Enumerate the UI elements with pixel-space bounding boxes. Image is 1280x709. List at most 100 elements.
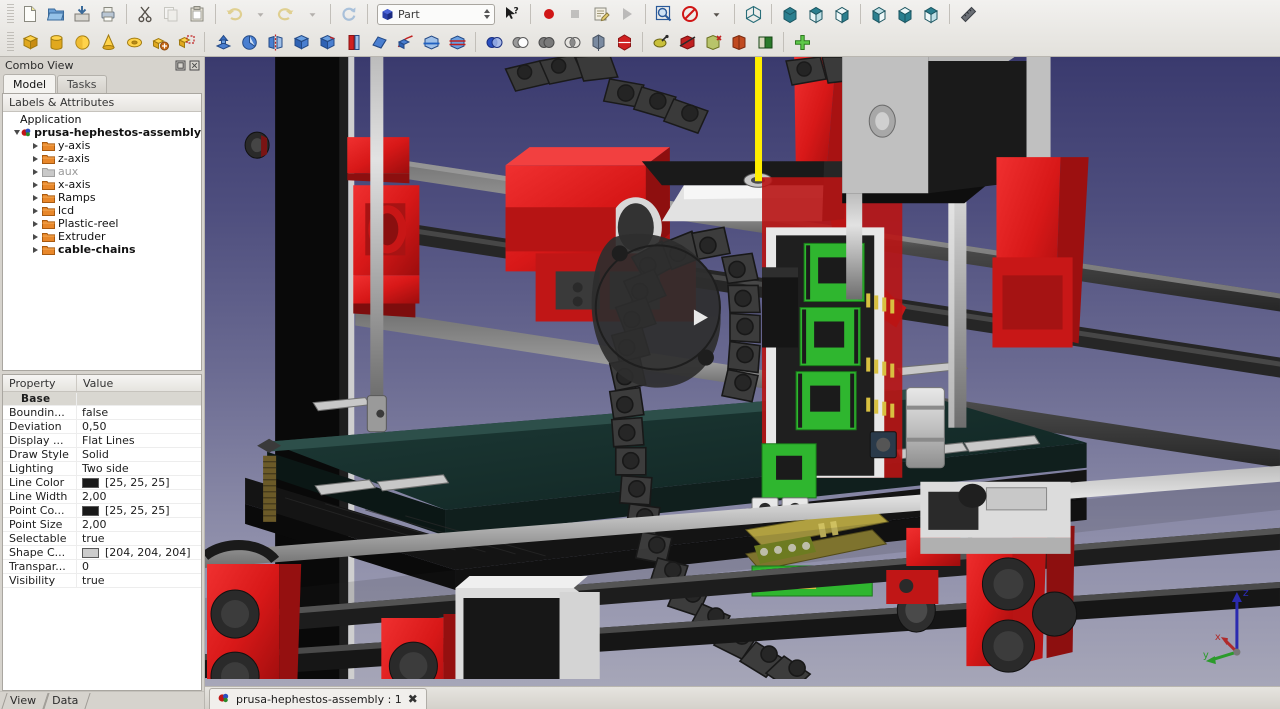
fit-all-icon[interactable] [651, 2, 677, 26]
property-row[interactable]: Transpar...0 [3, 560, 201, 574]
toolbar-grip[interactable] [7, 4, 14, 24]
part-cone-icon[interactable] [95, 30, 121, 54]
property-row[interactable]: Visibilitytrue [3, 574, 201, 588]
property-row[interactable]: Deviation0,50 [3, 420, 201, 434]
tree-header[interactable]: Labels & Attributes [3, 94, 201, 112]
tree-item-z-axis[interactable]: z-axis [3, 152, 201, 165]
property-value[interactable]: true [77, 532, 201, 545]
tree-item-aux[interactable]: aux [3, 165, 201, 178]
property-row[interactable]: Display ...Flat Lines [3, 434, 201, 448]
part-extrude-icon[interactable] [210, 30, 236, 54]
chevron-right-icon[interactable] [30, 179, 41, 190]
property-value[interactable]: [25, 25, 25] [77, 504, 201, 517]
property-value[interactable]: true [77, 574, 201, 587]
property-value[interactable]: false [77, 406, 201, 419]
part-compound-icon[interactable] [585, 30, 611, 54]
part-loft-icon[interactable] [366, 30, 392, 54]
tab-tasks[interactable]: Tasks [57, 75, 106, 93]
part-color-per-face-icon[interactable] [726, 30, 752, 54]
part-sweep-icon[interactable] [392, 30, 418, 54]
front-view-icon[interactable] [777, 2, 803, 26]
chevron-right-icon[interactable] [30, 192, 41, 203]
part-mirror-icon[interactable] [262, 30, 288, 54]
cut-icon[interactable] [132, 2, 158, 26]
property-value[interactable]: Solid [77, 448, 201, 461]
undo-dropdown-icon[interactable] [247, 2, 273, 26]
tab-view[interactable]: View [4, 693, 46, 709]
color-swatch[interactable] [82, 548, 99, 558]
part-boolean-icon[interactable] [481, 30, 507, 54]
refresh-icon[interactable] [336, 2, 362, 26]
property-row[interactable]: Selectabletrue [3, 532, 201, 546]
property-value[interactable]: [25, 25, 25] [77, 476, 201, 489]
property-row[interactable]: Point Size2,00 [3, 518, 201, 532]
property-value[interactable]: 2,00 [77, 490, 201, 503]
print-document-icon[interactable] [95, 2, 121, 26]
chevron-right-icon[interactable] [30, 166, 41, 177]
property-row[interactable]: Line Width2,00 [3, 490, 201, 504]
tree-item-plastic-reel[interactable]: Plastic-reel [3, 217, 201, 230]
measure-icon[interactable] [955, 2, 981, 26]
part-sphere-icon[interactable] [69, 30, 95, 54]
macro-stop-icon[interactable] [562, 2, 588, 26]
top-view-icon[interactable] [803, 2, 829, 26]
float-panel-icon[interactable] [175, 60, 186, 71]
tree-item-ramps[interactable]: Ramps [3, 191, 201, 204]
part-revolve-icon[interactable] [236, 30, 262, 54]
tree-item-lcd[interactable]: lcd [3, 204, 201, 217]
whats-this-icon[interactable]: ? [499, 2, 525, 26]
part-primitives-icon[interactable] [147, 30, 173, 54]
part-section-icon[interactable] [418, 30, 444, 54]
part-cylinder-icon[interactable] [43, 30, 69, 54]
close-icon[interactable]: ✖ [408, 693, 418, 705]
part-ruled-surface-icon[interactable] [340, 30, 366, 54]
property-row[interactable]: Draw StyleSolid [3, 448, 201, 462]
part-common-icon[interactable] [559, 30, 585, 54]
part-box-icon[interactable] [17, 30, 43, 54]
tree-item-extruder[interactable]: Extruder [3, 230, 201, 243]
property-value[interactable]: 2,00 [77, 518, 201, 531]
chevron-right-icon[interactable] [30, 153, 41, 164]
tree-body[interactable]: Applicationprusa-hephestos-assemblyy-axi… [3, 112, 201, 370]
redo-dropdown-icon[interactable] [299, 2, 325, 26]
chevron-right-icon[interactable] [30, 244, 41, 255]
tree-item-y-axis[interactable]: y-axis [3, 139, 201, 152]
workbench-selector[interactable]: Part [377, 4, 495, 25]
rear-view-icon[interactable] [866, 2, 892, 26]
property-group-row[interactable]: Base [3, 392, 201, 406]
part-cut-icon[interactable] [507, 30, 533, 54]
viewport-3d[interactable]: z y x [205, 57, 1280, 686]
draw-style-dropdown-icon[interactable] [703, 2, 729, 26]
tree-item-x-axis[interactable]: x-axis [3, 178, 201, 191]
tree-item-cable-chains[interactable]: cable-chains [3, 243, 201, 256]
draw-style-icon[interactable] [677, 2, 703, 26]
macro-execute-icon[interactable] [614, 2, 640, 26]
part-check-geometry-icon[interactable] [611, 30, 637, 54]
workbench-spinner-icon[interactable] [481, 6, 492, 23]
macro-record-icon[interactable] [536, 2, 562, 26]
part-cross-sections-icon[interactable] [444, 30, 470, 54]
axonometric-view-icon[interactable] [740, 2, 766, 26]
paste-icon[interactable] [184, 2, 210, 26]
add-icon[interactable] [789, 30, 815, 54]
part-face-colors-icon[interactable] [752, 30, 778, 54]
color-swatch[interactable] [82, 506, 99, 516]
document-tab[interactable]: prusa-hephestos-assembly : 1 ✖ [209, 688, 427, 709]
property-row[interactable]: Point Co...[25, 25, 25] [3, 504, 201, 518]
part-fillet-icon[interactable] [288, 30, 314, 54]
chevron-right-icon[interactable] [30, 140, 41, 151]
property-value[interactable]: [204, 204, 204] [77, 546, 201, 559]
part-join-icon[interactable] [648, 30, 674, 54]
property-row[interactable]: Boundin...false [3, 406, 201, 420]
property-row[interactable]: Line Color[25, 25, 25] [3, 476, 201, 490]
part-torus-icon[interactable] [121, 30, 147, 54]
part-union-icon[interactable] [533, 30, 559, 54]
tab-model[interactable]: Model [3, 74, 56, 93]
new-document-icon[interactable] [17, 2, 43, 26]
copy-icon[interactable] [158, 2, 184, 26]
chevron-down-icon[interactable] [13, 127, 21, 138]
part-chamfer-icon[interactable] [314, 30, 340, 54]
right-view-icon[interactable] [829, 2, 855, 26]
property-rows[interactable]: BaseBoundin...falseDeviation0,50Display … [3, 392, 201, 690]
property-value[interactable]: 0,50 [77, 420, 201, 433]
